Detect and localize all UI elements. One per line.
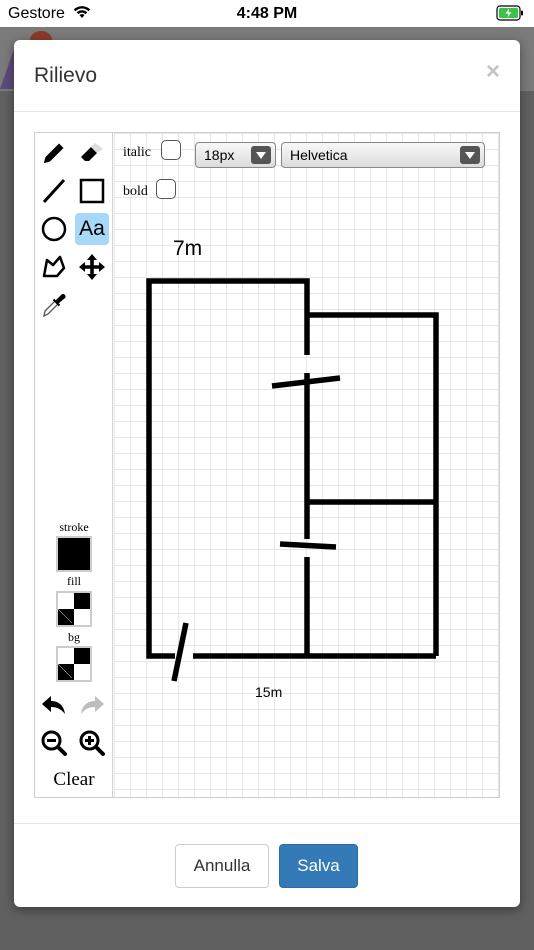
left-room-outline	[146, 278, 310, 659]
status-bar: Gestore 4:48 PM	[0, 0, 534, 27]
close-icon[interactable]: ×	[486, 60, 500, 84]
save-button[interactable]: Salva	[279, 844, 358, 888]
text-tool-button[interactable]: Aa	[75, 213, 109, 245]
modal-footer: Annulla Salva	[14, 823, 520, 907]
fill-label: fill	[67, 574, 81, 588]
modal-title: Rilievo	[34, 64, 98, 87]
drawing-editor: Aa stroke fill bg Clear italic 18px Helv…	[34, 132, 500, 798]
bg-label: bg	[68, 630, 80, 644]
battery-charging-icon	[496, 5, 524, 26]
drawing-canvas[interactable]: italic 18px Helvetica bold 7m 15m	[114, 133, 499, 797]
door-swing-entrance	[171, 622, 189, 682]
redo-icon[interactable]	[75, 689, 109, 721]
dimension-label-bottom: 15m	[255, 684, 283, 700]
bg-color-swatch[interactable]	[56, 646, 92, 682]
undo-icon[interactable]	[37, 689, 71, 721]
pencil-icon[interactable]	[37, 137, 71, 169]
text-tool-label: Aa	[79, 217, 105, 240]
dimension-label-top: 7m	[173, 237, 203, 260]
line-icon[interactable]	[37, 175, 71, 207]
stroke-color-swatch[interactable]	[56, 536, 92, 572]
background-decoration	[0, 49, 14, 89]
right-room-outline	[307, 312, 439, 656]
stroke-label: stroke	[59, 520, 89, 534]
cancel-button[interactable]: Annulla	[175, 844, 269, 888]
rectangle-icon[interactable]	[75, 175, 109, 207]
survey-modal: Rilievo × Aa stroke fill bg Clear italic…	[14, 40, 520, 907]
status-time: 4:48 PM	[236, 5, 298, 22]
polygon-icon[interactable]	[37, 251, 71, 283]
modal-header: Rilievo ×	[14, 40, 520, 112]
zoom-out-icon[interactable]	[37, 727, 71, 759]
fill-color-swatch[interactable]	[56, 591, 92, 627]
eyedropper-icon[interactable]	[37, 289, 71, 321]
zoom-in-icon[interactable]	[75, 727, 109, 759]
floor-plan-drawing	[146, 278, 439, 682]
tool-palette: Aa stroke fill bg Clear	[35, 133, 113, 797]
door-swing-lower	[279, 541, 337, 550]
eraser-icon[interactable]	[75, 137, 109, 169]
circle-icon[interactable]	[37, 213, 71, 245]
clear-button[interactable]: Clear	[35, 769, 113, 791]
move-icon[interactable]	[75, 251, 109, 283]
